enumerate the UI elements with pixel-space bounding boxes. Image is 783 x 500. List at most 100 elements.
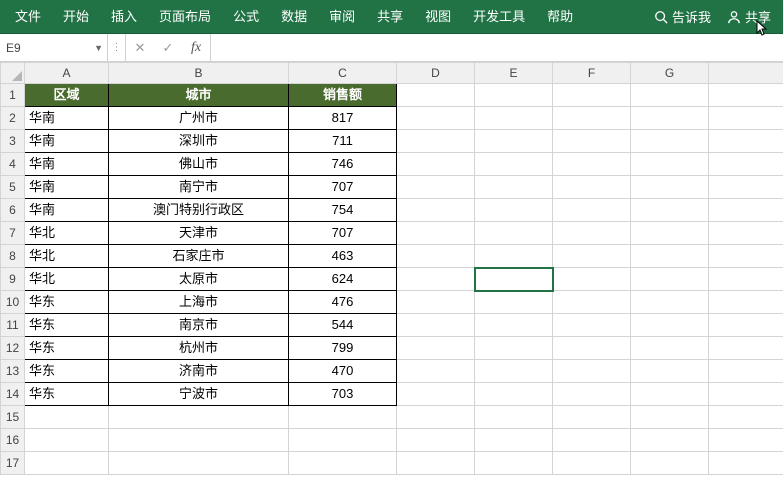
cell-G3[interactable]: [631, 130, 709, 153]
col-header-E[interactable]: E: [475, 63, 553, 84]
cell-D6[interactable]: [397, 199, 475, 222]
row-header-11[interactable]: 11: [1, 314, 25, 337]
row-header-6[interactable]: 6: [1, 199, 25, 222]
cell-B10[interactable]: 上海市: [109, 291, 289, 314]
cell-C10[interactable]: 476: [289, 291, 397, 314]
cell-G1[interactable]: [631, 84, 709, 107]
cell-C4[interactable]: 746: [289, 153, 397, 176]
cell-C15[interactable]: [289, 406, 397, 429]
cell-G9[interactable]: [631, 268, 709, 291]
col-header-F[interactable]: F: [553, 63, 631, 84]
col-header-A[interactable]: A: [25, 63, 109, 84]
cell-F3[interactable]: [553, 130, 631, 153]
cell-C12[interactable]: 799: [289, 337, 397, 360]
worksheet-grid[interactable]: ABCDEFG 1区域城市销售额2华南广州市8173华南深圳市7114华南佛山市…: [0, 62, 783, 500]
fx-button[interactable]: fx: [182, 34, 210, 62]
cell-C13[interactable]: 470: [289, 360, 397, 383]
cell-F13[interactable]: [553, 360, 631, 383]
cell-E14[interactable]: [475, 383, 553, 406]
row-header-1[interactable]: 1: [1, 84, 25, 107]
cell-D8[interactable]: [397, 245, 475, 268]
cell-E12[interactable]: [475, 337, 553, 360]
cell-C3[interactable]: 711: [289, 130, 397, 153]
cell-A4[interactable]: 华南: [25, 153, 109, 176]
cell-E2[interactable]: [475, 107, 553, 130]
cell-G6[interactable]: [631, 199, 709, 222]
ribbon-tab-review[interactable]: 审阅: [318, 0, 366, 34]
cell-C2[interactable]: 817: [289, 107, 397, 130]
cell-A9[interactable]: 华北: [25, 268, 109, 291]
cell-G11[interactable]: [631, 314, 709, 337]
cell-A7[interactable]: 华北: [25, 222, 109, 245]
row-header-5[interactable]: 5: [1, 176, 25, 199]
cell-F4[interactable]: [553, 153, 631, 176]
cell-D4[interactable]: [397, 153, 475, 176]
cell-F11[interactable]: [553, 314, 631, 337]
name-box-dropdown-icon[interactable]: ▼: [94, 43, 103, 53]
row-header-17[interactable]: 17: [1, 452, 25, 475]
cell-E10[interactable]: [475, 291, 553, 314]
col-header-D[interactable]: D: [397, 63, 475, 84]
cell-D10[interactable]: [397, 291, 475, 314]
row-header-8[interactable]: 8: [1, 245, 25, 268]
cell-G10[interactable]: [631, 291, 709, 314]
cell-A3[interactable]: 华南: [25, 130, 109, 153]
formula-input[interactable]: [211, 34, 783, 61]
cell-E16[interactable]: [475, 429, 553, 452]
cell-F16[interactable]: [553, 429, 631, 452]
cell-B12[interactable]: 杭州市: [109, 337, 289, 360]
cell-C1[interactable]: 销售额: [289, 84, 397, 107]
cell-G17[interactable]: [631, 452, 709, 475]
cell-B4[interactable]: 佛山市: [109, 153, 289, 176]
cell-G15[interactable]: [631, 406, 709, 429]
cell-C11[interactable]: 544: [289, 314, 397, 337]
cell-G5[interactable]: [631, 176, 709, 199]
cell-D13[interactable]: [397, 360, 475, 383]
cell-G8[interactable]: [631, 245, 709, 268]
name-box-expand[interactable]: ⋮: [108, 34, 126, 61]
cell-E17[interactable]: [475, 452, 553, 475]
cell-A16[interactable]: [25, 429, 109, 452]
cell-A11[interactable]: 华东: [25, 314, 109, 337]
cell-E9[interactable]: [475, 268, 553, 291]
cell-E5[interactable]: [475, 176, 553, 199]
cell-D5[interactable]: [397, 176, 475, 199]
cell-F2[interactable]: [553, 107, 631, 130]
cell-G13[interactable]: [631, 360, 709, 383]
cell-F6[interactable]: [553, 199, 631, 222]
cell-D14[interactable]: [397, 383, 475, 406]
ribbon-tab-home[interactable]: 开始: [52, 0, 100, 34]
name-box[interactable]: E9 ▼: [0, 34, 108, 61]
cell-A17[interactable]: [25, 452, 109, 475]
cell-G7[interactable]: [631, 222, 709, 245]
cell-C6[interactable]: 754: [289, 199, 397, 222]
cell-D16[interactable]: [397, 429, 475, 452]
cell-A13[interactable]: 华东: [25, 360, 109, 383]
cell-B16[interactable]: [109, 429, 289, 452]
cell-C7[interactable]: 707: [289, 222, 397, 245]
ribbon-tab-formulas[interactable]: 公式: [222, 0, 270, 34]
cell-F17[interactable]: [553, 452, 631, 475]
row-header-10[interactable]: 10: [1, 291, 25, 314]
cell-C5[interactable]: 707: [289, 176, 397, 199]
cell-D7[interactable]: [397, 222, 475, 245]
cell-D3[interactable]: [397, 130, 475, 153]
cell-C14[interactable]: 703: [289, 383, 397, 406]
cell-C8[interactable]: 463: [289, 245, 397, 268]
cell-A8[interactable]: 华北: [25, 245, 109, 268]
cell-B1[interactable]: 城市: [109, 84, 289, 107]
cell-G2[interactable]: [631, 107, 709, 130]
share-button[interactable]: 共享: [719, 0, 779, 34]
row-header-12[interactable]: 12: [1, 337, 25, 360]
ribbon-tab-pagelayout[interactable]: 页面布局: [148, 0, 222, 34]
cell-A6[interactable]: 华南: [25, 199, 109, 222]
cell-B7[interactable]: 天津市: [109, 222, 289, 245]
cell-E13[interactable]: [475, 360, 553, 383]
cell-F8[interactable]: [553, 245, 631, 268]
cell-D15[interactable]: [397, 406, 475, 429]
enter-formula-button[interactable]: ✓: [154, 34, 182, 62]
cell-B9[interactable]: 太原市: [109, 268, 289, 291]
ribbon-tab-file[interactable]: 文件: [4, 0, 52, 34]
cell-D1[interactable]: [397, 84, 475, 107]
col-header-C[interactable]: C: [289, 63, 397, 84]
